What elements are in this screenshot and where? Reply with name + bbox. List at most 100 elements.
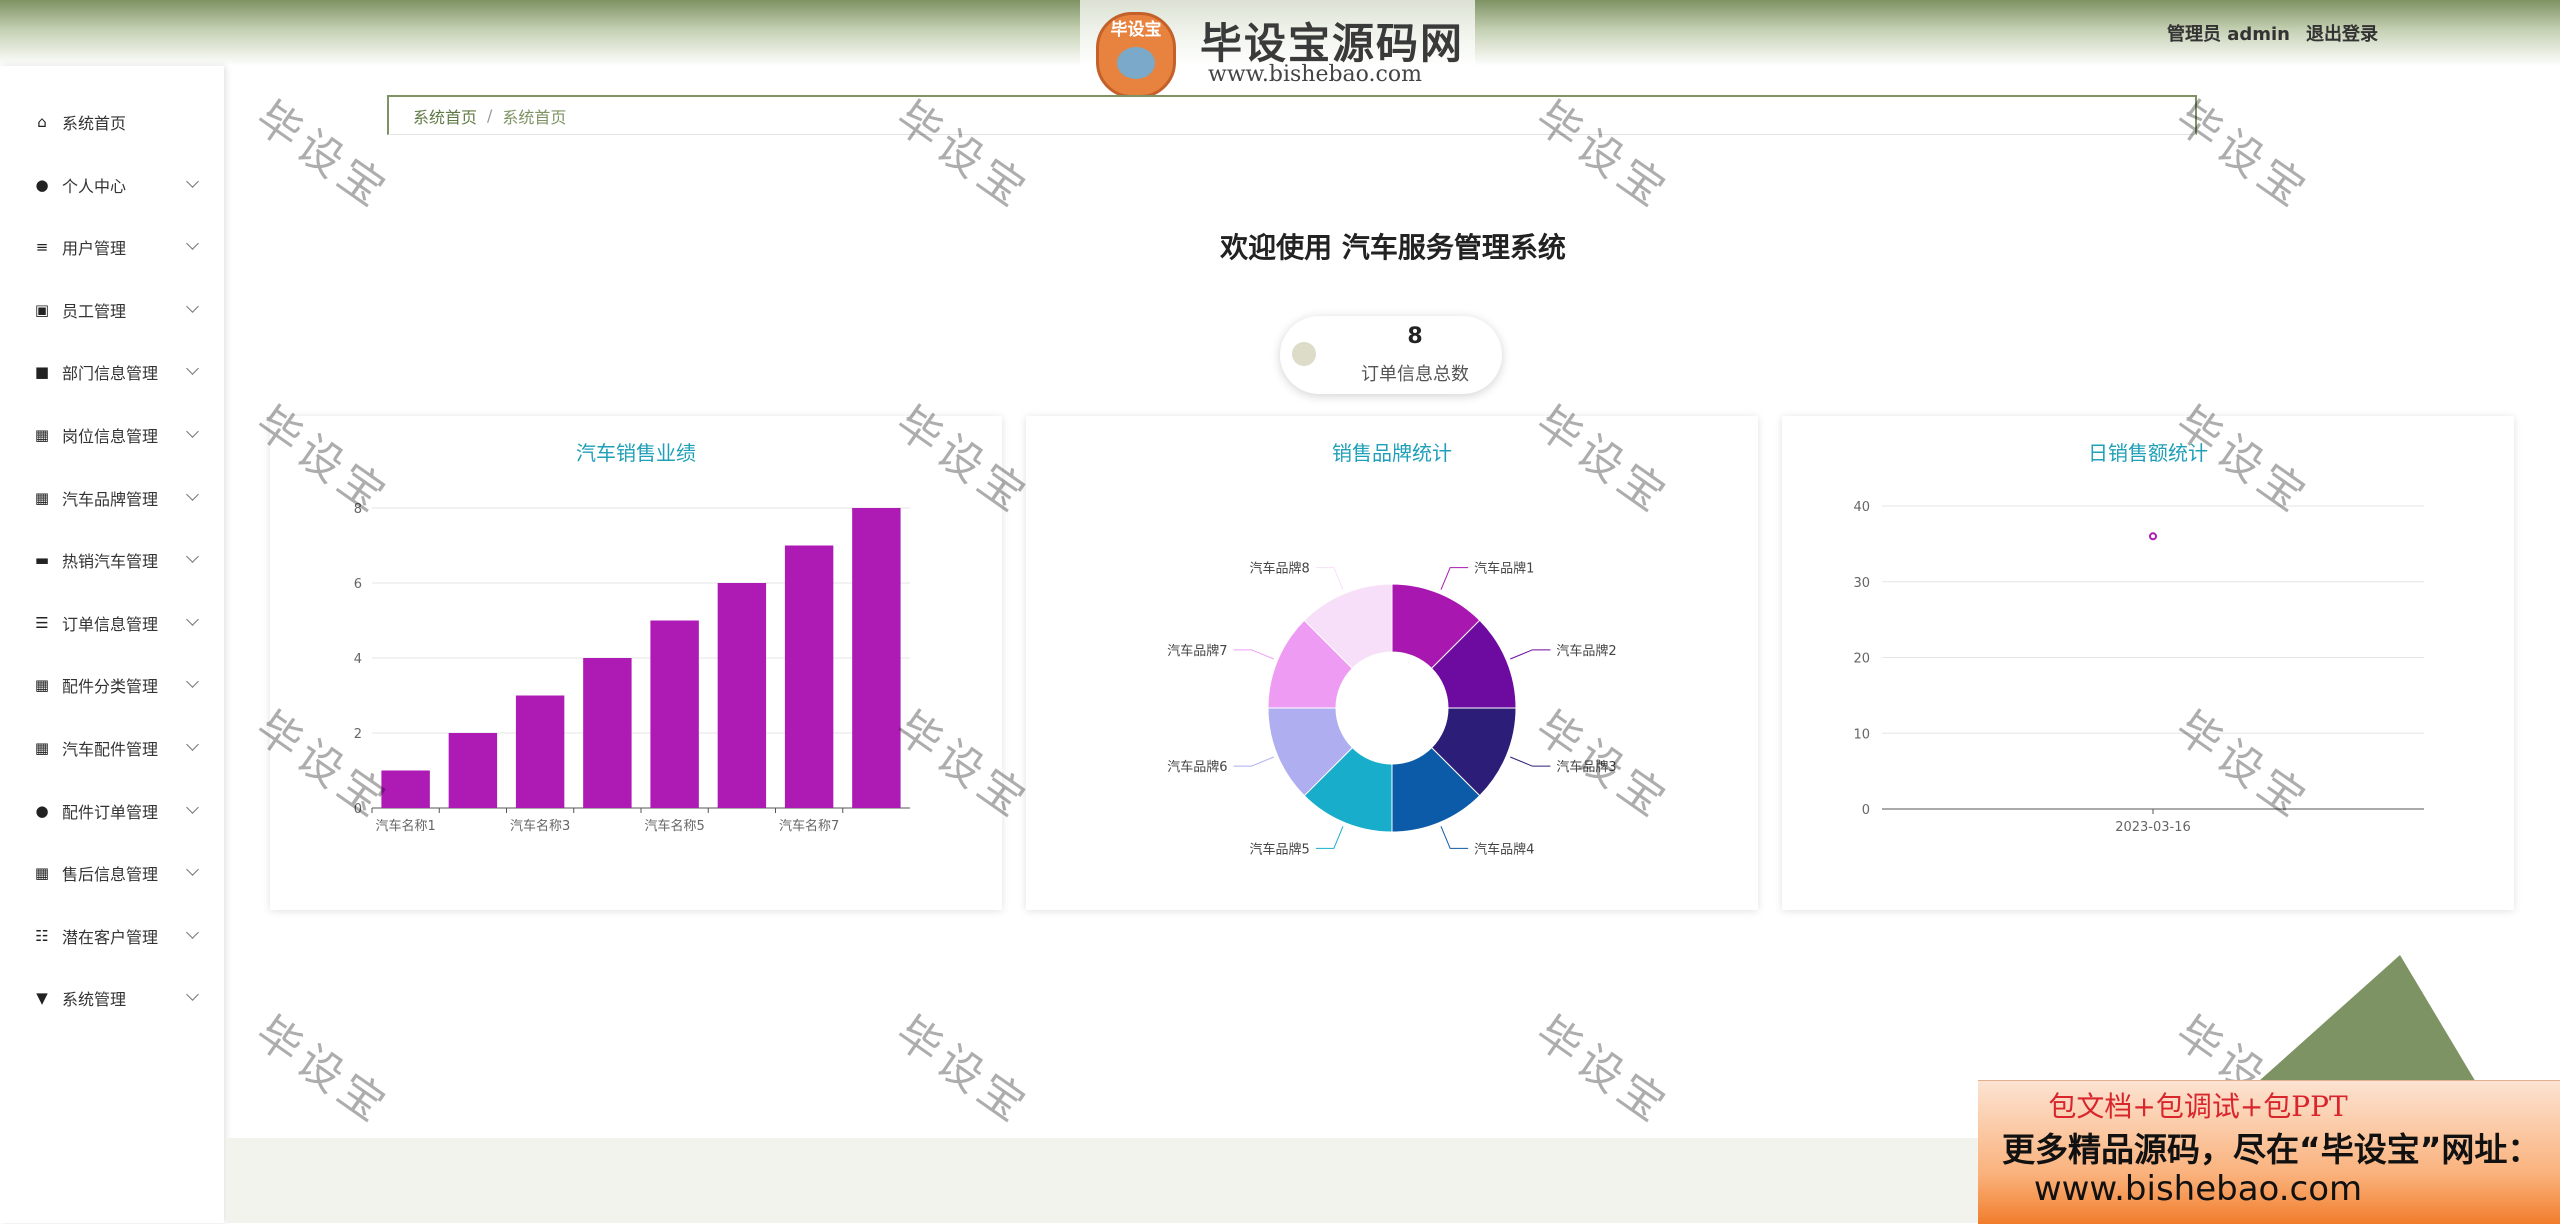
order-count-label: 订单信息总数 bbox=[1361, 364, 1469, 385]
pie-label: 汽车品牌2 bbox=[1556, 643, 1616, 659]
x-tick-label: 汽车名称3 bbox=[510, 818, 570, 834]
data-point bbox=[2149, 532, 2157, 541]
bar bbox=[448, 733, 498, 808]
pie-label-line bbox=[1510, 649, 1551, 660]
pie-label: 汽车品牌5 bbox=[1250, 841, 1310, 857]
order-count-value: 8 bbox=[1407, 324, 1423, 349]
sidebar-item-label: 个人中心 bbox=[62, 176, 127, 196]
sidebar-item-label: 员工管理 bbox=[62, 301, 127, 321]
grid-icon: ▦ bbox=[34, 488, 50, 507]
y-tick-label: 20 bbox=[1853, 652, 1870, 667]
y-tick-label: 2 bbox=[354, 727, 362, 742]
daily-sales-panel: 日销售额统计 0 10 20 30 40 2023-03-16 bbox=[1782, 416, 2514, 910]
bar bbox=[717, 583, 767, 808]
chevron-down-icon bbox=[186, 988, 199, 1002]
sales-performance-panel: 汽车销售业绩 0 2 4 6 8 汽车名称1 汽车名称3 汽车名称5 汽车名称7 bbox=[270, 416, 1002, 910]
user-icon: ● bbox=[35, 175, 49, 194]
sidebar-item-7[interactable]: ▬ 热销汽车管理 bbox=[0, 540, 224, 580]
watermark-text: 毕设宝 bbox=[886, 1006, 1039, 1135]
watermark-text: 毕设宝 bbox=[1526, 1006, 1679, 1135]
x-tick-label: 汽车名称5 bbox=[644, 818, 704, 834]
sidebar-item-label: 热销汽车管理 bbox=[62, 552, 159, 572]
sidebar-item-0[interactable]: ⌂ 系统首页 bbox=[0, 102, 224, 142]
bar bbox=[784, 545, 834, 808]
chart-title: 销售品牌统计 bbox=[1332, 441, 1452, 465]
sidebar-item-13[interactable]: ☷ 潜在客户管理 bbox=[0, 916, 224, 956]
y-tick-label: 30 bbox=[1853, 576, 1870, 591]
pie-label: 汽车品牌6 bbox=[1167, 759, 1227, 775]
chevron-down-icon bbox=[186, 299, 199, 313]
sidebar-item-14[interactable]: ▼ 系统管理 bbox=[0, 978, 224, 1018]
brand-logo-face bbox=[1117, 47, 1155, 79]
sales-performance-chart: 汽车销售业绩 0 2 4 6 8 汽车名称1 汽车名称3 汽车名称5 汽车名称7 bbox=[354, 441, 910, 834]
sidebar-item-label: 售后信息管理 bbox=[62, 865, 159, 885]
pie-label-line bbox=[1510, 756, 1551, 767]
y-tick-label: 0 bbox=[354, 802, 362, 817]
chevron-down-icon bbox=[186, 800, 199, 814]
promo-banner[interactable]: 包文档+包调试+包PPT 更多精品源码，尽在“毕设宝”网址： www.bishe… bbox=[1978, 1080, 2560, 1224]
chevron-down-icon bbox=[186, 612, 199, 626]
pie-label-line bbox=[1440, 567, 1469, 590]
brand-logo-icon: 毕设宝 bbox=[1096, 12, 1176, 98]
sidebar-item-4[interactable]: ■ 部门信息管理 bbox=[0, 352, 224, 392]
sidebar-item-1[interactable]: ● 个人中心 bbox=[0, 165, 224, 205]
breadcrumb-home-link[interactable]: 系统首页 bbox=[413, 104, 477, 128]
sidebar-item-10[interactable]: ▦ 汽车配件管理 bbox=[0, 728, 224, 768]
sidebar-item-label: 系统首页 bbox=[62, 114, 127, 133]
sidebar-item-3[interactable]: ▣ 员工管理 bbox=[0, 290, 224, 330]
grid-icon: ▦ bbox=[34, 676, 50, 695]
watermark-text: 毕设宝 bbox=[246, 91, 399, 220]
chevron-down-icon bbox=[186, 362, 199, 376]
breadcrumb: 系统首页 / 系统首页 bbox=[387, 95, 2197, 135]
bar bbox=[852, 508, 901, 808]
chart-icon: ▣ bbox=[34, 300, 50, 319]
pie-label-line bbox=[1233, 756, 1274, 767]
pie-label: 汽车品牌4 bbox=[1474, 841, 1534, 857]
pie-label: 汽车品牌7 bbox=[1167, 643, 1227, 659]
sidebar-item-label: 系统管理 bbox=[62, 990, 127, 1010]
chevron-down-icon bbox=[186, 925, 199, 939]
sidebar-item-11[interactable]: ● 配件订单管理 bbox=[0, 791, 224, 831]
logout-link[interactable]: 退出登录 bbox=[2306, 20, 2378, 46]
sidebar-item-label: 配件订单管理 bbox=[62, 802, 159, 822]
sidebar-item-label: 岗位信息管理 bbox=[62, 427, 159, 446]
sidebar-item-6[interactable]: ▦ 汽车品牌管理 bbox=[0, 478, 224, 518]
sidebar-item-label: 汽车配件管理 bbox=[62, 740, 159, 759]
video-icon: ■ bbox=[34, 363, 50, 382]
x-tick-label: 2023-03-16 bbox=[2115, 820, 2191, 835]
stat-dot-icon bbox=[1292, 342, 1316, 366]
home-icon: ⌂ bbox=[37, 113, 47, 131]
chevron-down-icon bbox=[186, 550, 199, 564]
grid-icon: ▦ bbox=[34, 864, 50, 883]
brush-icon: ▼ bbox=[36, 989, 48, 1008]
current-user-label: 管理员 admin bbox=[2166, 24, 2290, 45]
sidebar-item-5[interactable]: ▦ 岗位信息管理 bbox=[0, 415, 224, 455]
list-icon: ☰ bbox=[35, 613, 49, 632]
watermark-text: 毕设宝 bbox=[246, 1006, 399, 1135]
brand-watermark: 毕设宝 毕设宝源码网 www.bishebao.com bbox=[1080, 0, 1475, 98]
sidebar-item-label: 订单信息管理 bbox=[62, 614, 159, 634]
chevron-down-icon bbox=[186, 237, 199, 251]
pie-label-line bbox=[1233, 649, 1274, 660]
y-tick-label: 6 bbox=[354, 577, 362, 592]
order-count-card: 8 订单信息总数 bbox=[1280, 316, 1502, 394]
breadcrumb-separator: / bbox=[487, 106, 493, 125]
bar bbox=[650, 620, 699, 808]
sidebar-item-2[interactable]: ≡ 用户管理 bbox=[0, 227, 224, 267]
bar bbox=[515, 695, 565, 808]
promo-line-2: 更多精品源码，尽在“毕设宝”网址： bbox=[2002, 1130, 2541, 1169]
sidebar-item-12[interactable]: ▦ 售后信息管理 bbox=[0, 853, 224, 893]
y-tick-label: 8 bbox=[354, 502, 362, 517]
y-tick-label: 4 bbox=[354, 652, 362, 667]
sidebar-item-label: 部门信息管理 bbox=[62, 364, 159, 384]
user-area: 管理员 admin 退出登录 bbox=[2167, 20, 2378, 46]
pie-label-line bbox=[1315, 826, 1344, 849]
list-icon: ≡ bbox=[35, 238, 49, 257]
y-tick-label: 0 bbox=[1862, 803, 1870, 818]
sidebar-item-9[interactable]: ▦ 配件分类管理 bbox=[0, 665, 224, 705]
welcome-title: 欢迎使用 汽车服务管理系统 bbox=[1220, 231, 1566, 264]
promo-line-3: www.bishebao.com bbox=[2033, 1169, 2363, 1209]
pie-label: 汽车品牌1 bbox=[1474, 561, 1534, 577]
sidebar-item-8[interactable]: ☰ 订单信息管理 bbox=[0, 603, 224, 643]
chevron-down-icon bbox=[186, 174, 199, 188]
